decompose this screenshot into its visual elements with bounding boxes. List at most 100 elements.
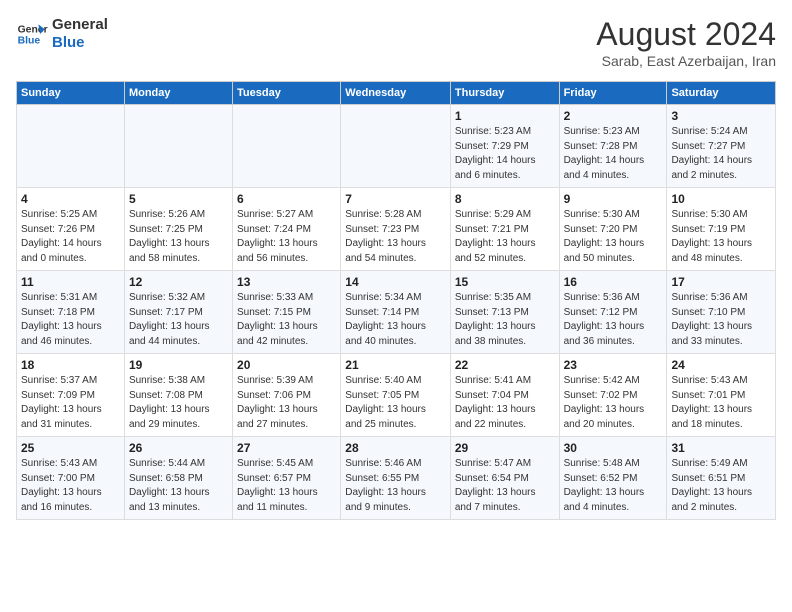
calendar-cell xyxy=(233,105,341,188)
day-number: 21 xyxy=(345,358,446,372)
day-number: 17 xyxy=(671,275,771,289)
calendar-cell: 11Sunrise: 5:31 AM Sunset: 7:18 PM Dayli… xyxy=(17,271,125,354)
calendar-cell: 8 Sunrise: 5:29 AM Sunset: 7:21 PM Daylig… xyxy=(450,188,559,271)
day-number: 24 xyxy=(671,358,771,372)
day-number: 15 xyxy=(455,275,555,289)
day-detail: Sunrise: 5:35 AM Sunset: 7:13 PM Dayligh… xyxy=(455,291,555,349)
title-section: August 2024 Sarab, East Azerbaijan, Iran xyxy=(596,16,776,69)
calendar-cell: 21Sunrise: 5:40 AM Sunset: 7:05 PM Dayli… xyxy=(341,354,451,437)
day-number: 22 xyxy=(455,358,555,372)
calendar-cell: 13 Sunrise: 5:33 AM Sunset: 7:15 PM Dayli… xyxy=(233,271,341,354)
calendar-cell: 18Sunrise: 5:37 AM Sunset: 7:09 PM Dayli… xyxy=(17,354,125,437)
calendar-cell: 19Sunrise: 5:38 AM Sunset: 7:08 PM Dayli… xyxy=(124,354,232,437)
day-detail: Sunrise: 5:43 AM Sunset: 7:00 PM Dayligh… xyxy=(21,457,120,515)
day-number: 20 xyxy=(237,358,336,372)
page-header: General Blue General Blue August 2024 Sa… xyxy=(16,16,776,69)
day-number: 31 xyxy=(671,441,771,455)
calendar-body: 1 Sunrise: 5:23 AM Sunset: 7:29 PM Daylig… xyxy=(17,105,776,520)
calendar-week-row: 4 Sunrise: 5:25 AM Sunset: 7:26 PM Daylig… xyxy=(17,188,776,271)
day-number: 2 xyxy=(564,109,663,123)
day-number: 14 xyxy=(345,275,446,289)
day-detail: Sunrise: 5:33 AM Sunset: 7:15 PM Dayligh… xyxy=(237,291,336,349)
day-detail: Sunrise: 5:36 AM Sunset: 7:12 PM Dayligh… xyxy=(564,291,663,349)
day-number: 9 xyxy=(564,192,663,206)
day-detail: Sunrise: 5:27 AM Sunset: 7:24 PM Dayligh… xyxy=(237,208,336,266)
day-detail: Sunrise: 5:45 AM Sunset: 6:57 PM Dayligh… xyxy=(237,457,336,515)
day-detail: Sunrise: 5:36 AM Sunset: 7:10 PM Dayligh… xyxy=(671,291,771,349)
day-number: 6 xyxy=(237,192,336,206)
calendar-week-row: 25 Sunrise: 5:43 AM Sunset: 7:00 PM Dayli… xyxy=(17,437,776,520)
calendar-cell xyxy=(17,105,125,188)
day-detail: Sunrise: 5:25 AM Sunset: 7:26 PM Dayligh… xyxy=(21,208,120,266)
calendar-cell xyxy=(341,105,451,188)
day-number: 10 xyxy=(671,192,771,206)
day-number: 13 xyxy=(237,275,336,289)
day-header-sunday: Sunday xyxy=(17,82,125,105)
day-number: 4 xyxy=(21,192,120,206)
day-detail: Sunrise: 5:23 AM Sunset: 7:28 PM Dayligh… xyxy=(564,125,663,183)
calendar-cell: 23 Sunrise: 5:42 AM Sunset: 7:02 PM Dayli… xyxy=(559,354,667,437)
calendar-week-row: 1 Sunrise: 5:23 AM Sunset: 7:29 PM Daylig… xyxy=(17,105,776,188)
day-detail: Sunrise: 5:42 AM Sunset: 7:02 PM Dayligh… xyxy=(564,374,663,432)
day-header-monday: Monday xyxy=(124,82,232,105)
day-detail: Sunrise: 5:23 AM Sunset: 7:29 PM Dayligh… xyxy=(455,125,555,183)
calendar-cell: 7Sunrise: 5:28 AM Sunset: 7:23 PM Daylig… xyxy=(341,188,451,271)
day-number: 28 xyxy=(345,441,446,455)
calendar-cell: 29 Sunrise: 5:47 AM Sunset: 6:54 PM Dayli… xyxy=(450,437,559,520)
calendar-header-row: SundayMondayTuesdayWednesdayThursdayFrid… xyxy=(17,82,776,105)
day-number: 27 xyxy=(237,441,336,455)
calendar-cell: 2 Sunrise: 5:23 AM Sunset: 7:28 PM Daylig… xyxy=(559,105,667,188)
day-number: 1 xyxy=(455,109,555,123)
day-number: 29 xyxy=(455,441,555,455)
calendar-cell: 25 Sunrise: 5:43 AM Sunset: 7:00 PM Dayli… xyxy=(17,437,125,520)
calendar-cell: 30 Sunrise: 5:48 AM Sunset: 6:52 PM Dayli… xyxy=(559,437,667,520)
logo-icon: General Blue xyxy=(16,18,48,50)
day-number: 25 xyxy=(21,441,120,455)
calendar-cell: 16Sunrise: 5:36 AM Sunset: 7:12 PM Dayli… xyxy=(559,271,667,354)
day-detail: Sunrise: 5:49 AM Sunset: 6:51 PM Dayligh… xyxy=(671,457,771,515)
calendar-cell: 15 Sunrise: 5:35 AM Sunset: 7:13 PM Dayli… xyxy=(450,271,559,354)
day-detail: Sunrise: 5:38 AM Sunset: 7:08 PM Dayligh… xyxy=(129,374,228,432)
day-number: 8 xyxy=(455,192,555,206)
day-detail: Sunrise: 5:43 AM Sunset: 7:01 PM Dayligh… xyxy=(671,374,771,432)
day-detail: Sunrise: 5:41 AM Sunset: 7:04 PM Dayligh… xyxy=(455,374,555,432)
day-number: 3 xyxy=(671,109,771,123)
calendar-cell: 22 Sunrise: 5:41 AM Sunset: 7:04 PM Dayli… xyxy=(450,354,559,437)
logo-blue: Blue xyxy=(52,34,108,52)
day-detail: Sunrise: 5:29 AM Sunset: 7:21 PM Dayligh… xyxy=(455,208,555,266)
day-detail: Sunrise: 5:34 AM Sunset: 7:14 PM Dayligh… xyxy=(345,291,446,349)
calendar-cell: 5Sunrise: 5:26 AM Sunset: 7:25 PM Daylig… xyxy=(124,188,232,271)
day-detail: Sunrise: 5:47 AM Sunset: 6:54 PM Dayligh… xyxy=(455,457,555,515)
day-detail: Sunrise: 5:37 AM Sunset: 7:09 PM Dayligh… xyxy=(21,374,120,432)
calendar-cell: 10 Sunrise: 5:30 AM Sunset: 7:19 PM Dayli… xyxy=(667,188,776,271)
calendar-cell: 14 Sunrise: 5:34 AM Sunset: 7:14 PM Dayli… xyxy=(341,271,451,354)
location-subtitle: Sarab, East Azerbaijan, Iran xyxy=(596,53,776,69)
calendar-cell: 9Sunrise: 5:30 AM Sunset: 7:20 PM Daylig… xyxy=(559,188,667,271)
calendar-cell: 28 Sunrise: 5:46 AM Sunset: 6:55 PM Dayli… xyxy=(341,437,451,520)
day-detail: Sunrise: 5:31 AM Sunset: 7:18 PM Dayligh… xyxy=(21,291,120,349)
calendar-cell: 3 Sunrise: 5:24 AM Sunset: 7:27 PM Daylig… xyxy=(667,105,776,188)
calendar-cell: 4 Sunrise: 5:25 AM Sunset: 7:26 PM Daylig… xyxy=(17,188,125,271)
svg-text:Blue: Blue xyxy=(18,36,41,47)
day-number: 23 xyxy=(564,358,663,372)
day-number: 12 xyxy=(129,275,228,289)
calendar-cell: 27 Sunrise: 5:45 AM Sunset: 6:57 PM Dayli… xyxy=(233,437,341,520)
day-detail: Sunrise: 5:48 AM Sunset: 6:52 PM Dayligh… xyxy=(564,457,663,515)
day-detail: Sunrise: 5:30 AM Sunset: 7:19 PM Dayligh… xyxy=(671,208,771,266)
day-detail: Sunrise: 5:46 AM Sunset: 6:55 PM Dayligh… xyxy=(345,457,446,515)
day-number: 30 xyxy=(564,441,663,455)
calendar-week-row: 18Sunrise: 5:37 AM Sunset: 7:09 PM Dayli… xyxy=(17,354,776,437)
day-detail: Sunrise: 5:44 AM Sunset: 6:58 PM Dayligh… xyxy=(129,457,228,515)
calendar-week-row: 11Sunrise: 5:31 AM Sunset: 7:18 PM Dayli… xyxy=(17,271,776,354)
day-detail: Sunrise: 5:24 AM Sunset: 7:27 PM Dayligh… xyxy=(671,125,771,183)
day-detail: Sunrise: 5:39 AM Sunset: 7:06 PM Dayligh… xyxy=(237,374,336,432)
calendar-cell: 12 Sunrise: 5:32 AM Sunset: 7:17 PM Dayli… xyxy=(124,271,232,354)
calendar-table: SundayMondayTuesdayWednesdayThursdayFrid… xyxy=(16,81,776,520)
day-header-thursday: Thursday xyxy=(450,82,559,105)
day-detail: Sunrise: 5:32 AM Sunset: 7:17 PM Dayligh… xyxy=(129,291,228,349)
day-header-wednesday: Wednesday xyxy=(341,82,451,105)
calendar-cell: 24 Sunrise: 5:43 AM Sunset: 7:01 PM Dayli… xyxy=(667,354,776,437)
calendar-cell: 17 Sunrise: 5:36 AM Sunset: 7:10 PM Dayli… xyxy=(667,271,776,354)
logo: General Blue General Blue xyxy=(16,16,108,52)
day-detail: Sunrise: 5:28 AM Sunset: 7:23 PM Dayligh… xyxy=(345,208,446,266)
